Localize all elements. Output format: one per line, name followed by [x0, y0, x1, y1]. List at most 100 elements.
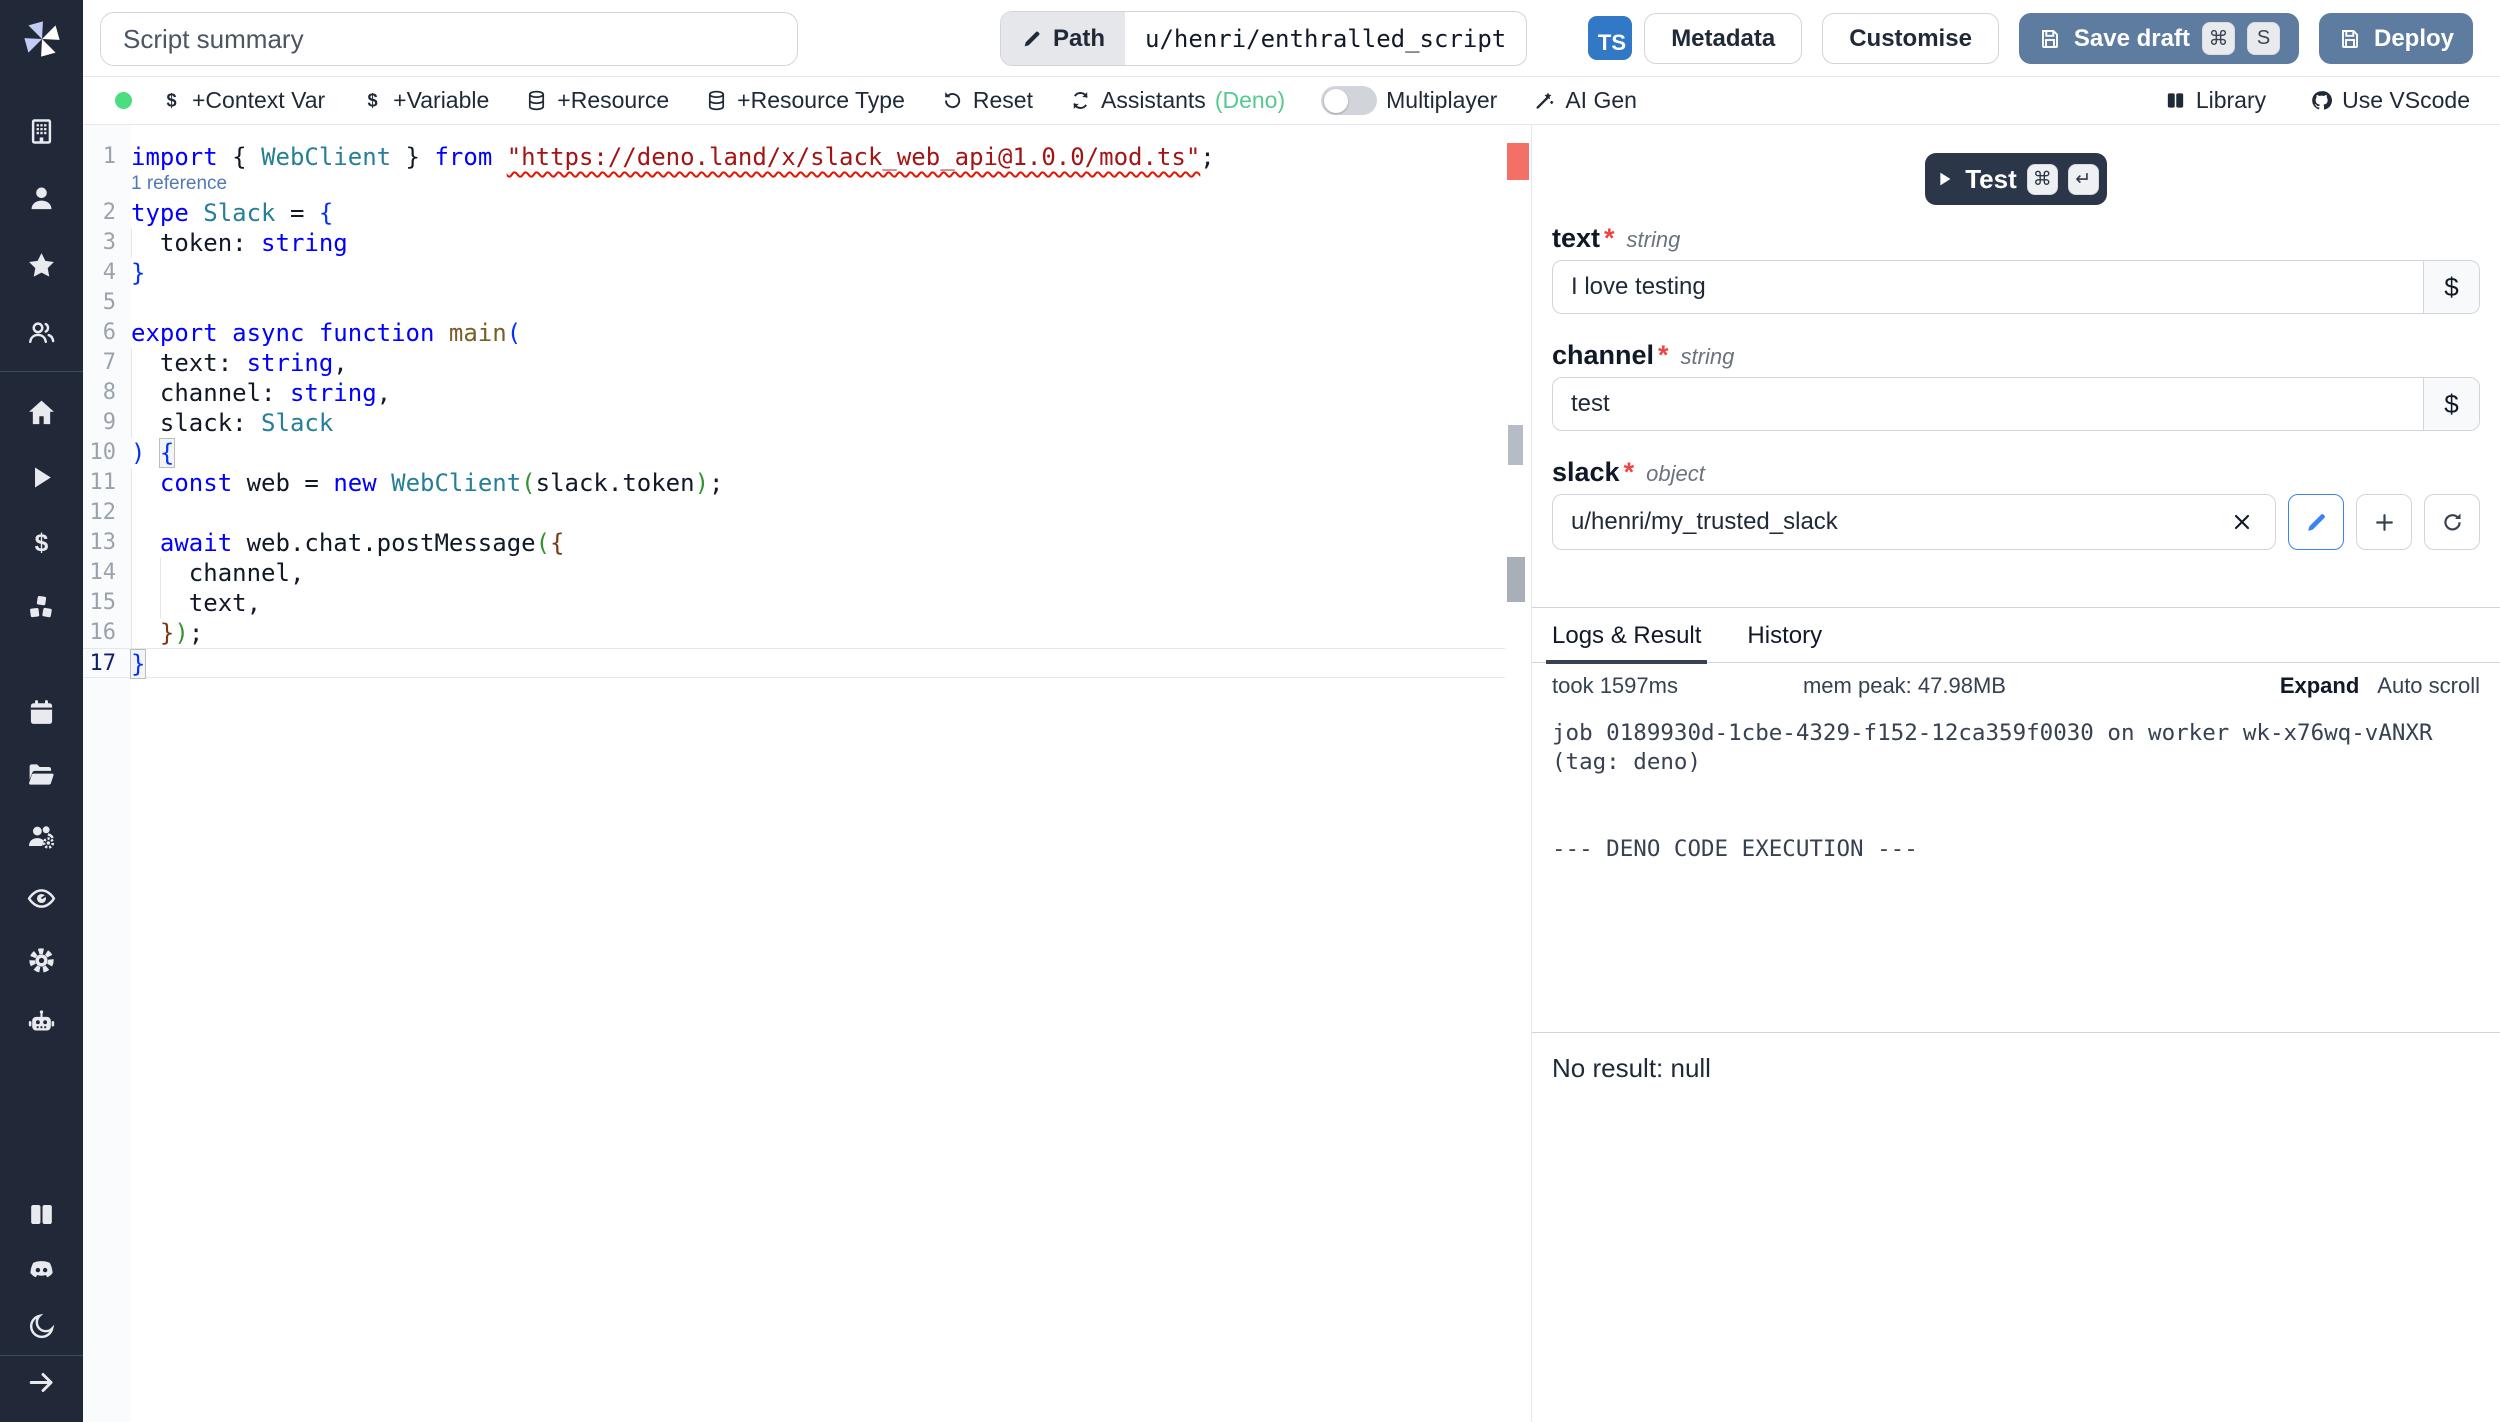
run-panel: Test ⌘ ↵ text* string $ channel* string — [1532, 125, 2500, 1422]
toolbar-context-var[interactable]: $+Context Var — [160, 87, 325, 114]
code-line-13[interactable]: 13 await web.chat.postMessage({ — [83, 528, 1505, 558]
sidebar-item-dollar[interactable]: $ — [0, 514, 83, 570]
toolbar-label: Library — [2196, 87, 2266, 114]
code-line-11[interactable]: 11 const web = new WebClient(slack.token… — [83, 468, 1505, 498]
code-line-8[interactable]: 8 channel: string, — [83, 378, 1505, 408]
edit-resource-button[interactable] — [2288, 494, 2344, 550]
plus-icon — [2372, 510, 2397, 535]
building-icon — [26, 116, 57, 147]
sidebar-item-robot[interactable] — [0, 994, 83, 1050]
sidebar-item-calendar[interactable] — [0, 684, 83, 740]
code-line-10[interactable]: 10) { — [83, 438, 1505, 468]
code-line-17[interactable]: 17} — [83, 648, 1505, 678]
multiplayer-toggle[interactable] — [1321, 86, 1377, 115]
code-line-16[interactable]: 16 }); — [83, 618, 1505, 648]
codelens-row: 1 reference — [83, 172, 1505, 198]
status-dot — [115, 92, 132, 109]
sidebar-item-arrow-right[interactable] — [0, 1356, 83, 1408]
dollar-icon: $ — [26, 527, 57, 558]
code-text: type Slack = { — [131, 198, 333, 228]
channel-arg-input[interactable] — [1552, 377, 2480, 431]
sidebar-item-users[interactable] — [0, 304, 83, 360]
test-button[interactable]: Test ⌘ ↵ — [1925, 153, 2107, 205]
toolbar-ai-gen[interactable]: AI Gen — [1533, 87, 1637, 114]
toolbar-resource[interactable]: +Resource — [525, 87, 669, 114]
text-arg-input[interactable] — [1552, 260, 2480, 314]
insert-variable-button[interactable]: $ — [2423, 378, 2479, 430]
sidebar-item-gear[interactable] — [0, 932, 83, 988]
code-editor[interactable]: 1import { WebClient } from "https://deno… — [83, 125, 1532, 1422]
toolbar-label: +Resource — [557, 87, 669, 114]
sidebar-item-moon[interactable] — [0, 1299, 83, 1353]
sidebar-item-folder[interactable] — [0, 746, 83, 802]
slack-resource-picker[interactable]: u/henri/my_trusted_slack — [1552, 494, 2276, 550]
toolbar-reset[interactable]: Reset — [941, 87, 1033, 114]
toolbar-library[interactable]: Library — [2164, 87, 2266, 114]
sidebar-item-user[interactable] — [0, 170, 83, 226]
sidebar-item-building[interactable] — [0, 103, 83, 159]
code-line-5[interactable]: 5 — [83, 288, 1505, 318]
edit-path-button[interactable]: Path — [1001, 12, 1125, 65]
script-summary-input[interactable] — [100, 12, 798, 66]
autoscroll-toggle[interactable]: Auto scroll — [2377, 673, 2480, 699]
overview-marker — [1508, 425, 1523, 465]
toolbar-multiplayer[interactable]: Multiplayer — [1321, 86, 1497, 115]
field-label-slack: slack* object — [1552, 457, 2480, 488]
kbd-cmd: ⌘ — [2027, 164, 2058, 195]
deploy-label: Deploy — [2374, 25, 2454, 53]
code-line-12[interactable]: 12 — [83, 498, 1505, 528]
code-line-4[interactable]: 4} — [83, 258, 1505, 288]
save-icon — [2038, 27, 2062, 51]
run-status-row: took 1597ms mem peak: 47.98MB Expand Aut… — [1532, 663, 2500, 709]
line-number: 7 — [83, 348, 131, 378]
path-value[interactable]: u/henri/enthralled_script — [1125, 12, 1526, 65]
code-line-14[interactable]: 14 channel, — [83, 558, 1505, 588]
codelens-references[interactable]: 1 reference — [131, 172, 227, 198]
code-line-6[interactable]: 6export async function main( — [83, 318, 1505, 348]
add-resource-button[interactable] — [2356, 494, 2412, 550]
sidebar-item-home[interactable] — [0, 384, 83, 440]
code-line-15[interactable]: 15 text, — [83, 588, 1505, 618]
toolbar-label: +Resource Type — [737, 87, 905, 114]
toolbar-use-vscode[interactable]: Use VScode — [2310, 87, 2470, 114]
sidebar-item-user-group-gear[interactable] — [0, 808, 83, 864]
toolbar-variable[interactable]: $+Variable — [361, 87, 489, 114]
arrow-right-icon — [26, 1367, 57, 1398]
toolbar-assistants[interactable]: Assistants(Deno) — [1069, 87, 1285, 114]
log-output: job 0189930d-1cbe-4329-f152-12ca359f0030… — [1532, 709, 2500, 1032]
save-draft-button[interactable]: Save draft ⌘ S — [2019, 13, 2299, 64]
sidebar-item-discord[interactable] — [0, 1243, 83, 1297]
deploy-button[interactable]: Deploy — [2319, 13, 2473, 64]
expand-button[interactable]: Expand — [2280, 673, 2359, 699]
code-line-3[interactable]: 3 token: string — [83, 228, 1505, 258]
tab-logs-result[interactable]: Logs & Result — [1552, 622, 1701, 662]
code-line-9[interactable]: 9 slack: Slack — [83, 408, 1505, 438]
field-type: string — [1627, 227, 1681, 253]
code-line-2[interactable]: 2type Slack = { — [83, 198, 1505, 228]
code-text: ) { — [131, 438, 174, 468]
play-icon — [26, 462, 57, 493]
clear-resource-button[interactable] — [2227, 507, 2257, 537]
line-number: 10 — [83, 438, 131, 468]
sidebar-item-book[interactable] — [0, 1187, 83, 1241]
sidebar-item-cubes[interactable] — [0, 579, 83, 635]
toolbar-resource-type[interactable]: +Resource Type — [705, 87, 905, 114]
sidebar-item-play[interactable] — [0, 449, 83, 505]
editor-scrollbar[interactable] — [1507, 557, 1525, 602]
metadata-button[interactable]: Metadata — [1644, 13, 1802, 64]
code-line-1[interactable]: 1import { WebClient } from "https://deno… — [83, 142, 1505, 172]
code-text: }); — [131, 618, 203, 648]
code-text: text: string, — [131, 348, 348, 378]
refresh-resource-button[interactable] — [2424, 494, 2480, 550]
windmill-logo[interactable] — [0, 0, 83, 77]
field-label-text: text* string — [1552, 223, 2480, 254]
sidebar-item-eye[interactable] — [0, 870, 83, 926]
line-number: 3 — [83, 228, 131, 258]
kbd-s: S — [2247, 22, 2280, 55]
sidebar-item-star[interactable] — [0, 237, 83, 293]
insert-variable-button[interactable]: $ — [2423, 261, 2479, 313]
code-line-7[interactable]: 7 text: string, — [83, 348, 1505, 378]
customise-button[interactable]: Customise — [1822, 13, 1999, 64]
kbd-cmd: ⌘ — [2202, 22, 2235, 55]
tab-history[interactable]: History — [1747, 622, 1822, 662]
